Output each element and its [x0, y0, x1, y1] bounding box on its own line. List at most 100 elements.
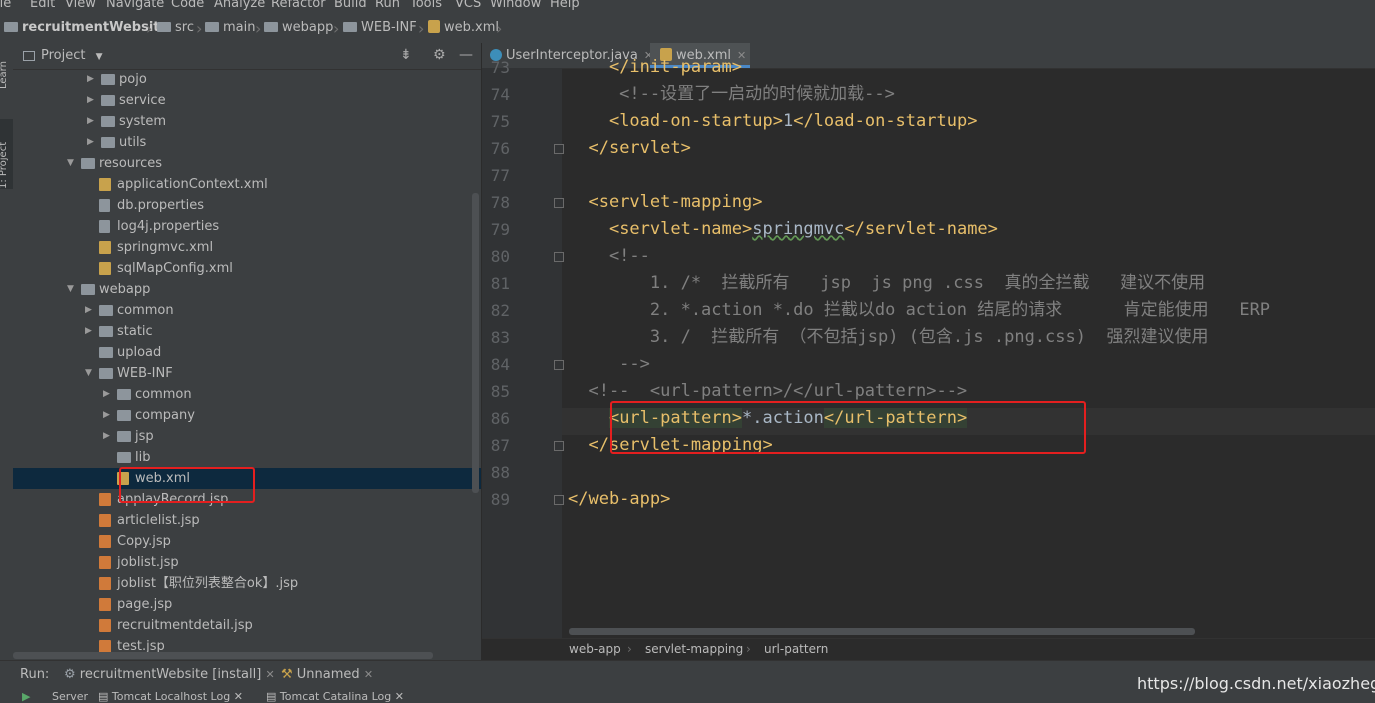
chevron-down-icon[interactable]: ▼	[85, 363, 92, 384]
tree-item-label: utils	[119, 135, 147, 150]
chevron-down-icon[interactable]: ▼	[67, 153, 74, 174]
editor-breadcrumb-bar: web-app › servlet-mapping › url-pattern	[482, 638, 1375, 660]
folder-icon	[81, 284, 95, 295]
tree-item[interactable]: ▶ system	[13, 111, 481, 132]
menu-navigate[interactable]: Navigate	[106, 0, 164, 11]
tree-item[interactable]: log4j.properties	[13, 216, 481, 237]
run-tab-server[interactable]: Server	[52, 690, 88, 703]
tree-item[interactable]: joblist【职位列表整合ok】.jsp	[13, 573, 481, 594]
chevron-right-icon[interactable]: ▶	[87, 132, 94, 153]
breadcrumb-src[interactable]: src	[157, 20, 194, 36]
menu-analyze[interactable]: Analyze	[214, 0, 265, 11]
run-config-tab[interactable]: ⚙ recruitmentWebsite [install] ✕	[64, 667, 275, 682]
code-line: 3. / 拦截所有 （不包括jsp) (包含.js .png.css) 强烈建议…	[568, 327, 1209, 347]
line-number: 75	[490, 112, 510, 131]
tree-item[interactable]: ▶ jsp	[13, 426, 481, 447]
close-icon[interactable]: ✕	[364, 668, 373, 681]
menu-run[interactable]: Run	[375, 0, 400, 11]
chevron-right-icon[interactable]: ▶	[103, 384, 110, 405]
line-number: 76	[490, 139, 510, 158]
tree-item[interactable]: articlelist.jsp	[13, 510, 481, 531]
run-play-icon[interactable]: ▶	[22, 690, 30, 703]
breadcrumb-webapp[interactable]: webapp	[264, 20, 333, 36]
tree-item[interactable]: ▶ static	[13, 321, 481, 342]
editor-crumb-web-app[interactable]: web-app	[569, 642, 621, 656]
line-number: 77	[490, 166, 510, 185]
tree-horizontal-scrollbar[interactable]	[13, 652, 433, 659]
project-panel-title[interactable]: Project ▼	[41, 48, 103, 63]
chevron-right-icon[interactable]: ▶	[87, 90, 94, 111]
project-panel: Project ▼ ⇟ ⚙ — ▶ pojo ▶ service ▶ system ▶ uti…	[13, 43, 482, 660]
run-tab-tomcat-catalina-log[interactable]: ▤ Tomcat Catalina Log ✕	[266, 690, 404, 703]
close-icon[interactable]: ✕	[234, 690, 243, 703]
menu-help[interactable]: Help	[550, 0, 580, 11]
chevron-right-icon[interactable]: ▶	[87, 69, 94, 90]
menu-build[interactable]: Build	[334, 0, 367, 11]
close-icon[interactable]: ✕	[265, 668, 274, 681]
menu-window[interactable]: Window	[490, 0, 541, 11]
chevron-right-icon[interactable]: ▶	[103, 426, 110, 447]
collapse-all-icon[interactable]: ⇟	[400, 47, 412, 63]
minimize-icon[interactable]: —	[459, 47, 473, 63]
menu-code[interactable]: Code	[171, 0, 204, 11]
tree-item[interactable]: recruitmentdetail.jsp	[13, 615, 481, 636]
tree-item[interactable]: ▶ service	[13, 90, 481, 111]
fold-marker-icon[interactable]	[554, 441, 564, 451]
chevron-right-icon[interactable]: ▶	[103, 405, 110, 426]
learn-tab[interactable]: Learn	[0, 49, 14, 89]
tree-item[interactable]: ▶ common	[13, 300, 481, 321]
tree-item-label: articlelist.jsp	[117, 513, 200, 528]
close-icon[interactable]: ✕	[395, 690, 404, 703]
menu-edit[interactable]: Edit	[30, 0, 55, 11]
breadcrumb-project[interactable]: recruitmentWebsite	[4, 20, 168, 36]
tree-item[interactable]: sqlMapConfig.xml	[13, 258, 481, 279]
tree-item[interactable]: joblist.jsp	[13, 552, 481, 573]
tree-vertical-scrollbar[interactable]	[472, 193, 479, 493]
chevron-right-icon[interactable]: ▶	[87, 111, 94, 132]
tree-item[interactable]: applicationContext.xml	[13, 174, 481, 195]
tree-item[interactable]: page.jsp	[13, 594, 481, 615]
menu-vcs[interactable]: VCS	[455, 0, 481, 11]
fold-marker-icon[interactable]	[554, 495, 564, 505]
line-number: 88	[490, 463, 510, 482]
tree-item[interactable]: ▶ utils	[13, 132, 481, 153]
tree-item[interactable]: ▶ company	[13, 405, 481, 426]
tree-item[interactable]: ▼ webapp	[13, 279, 481, 300]
tree-item[interactable]: ▼ WEB-INF	[13, 363, 481, 384]
editor-horizontal-scrollbar[interactable]	[569, 628, 1195, 635]
breadcrumb-separator-icon: ›	[496, 19, 503, 38]
breadcrumb-web-xml[interactable]: web.xml	[428, 20, 499, 36]
fold-marker-icon[interactable]	[554, 360, 564, 370]
tree-item[interactable]: Copy.jsp	[13, 531, 481, 552]
chevron-right-icon[interactable]: ▶	[85, 300, 92, 321]
menu-tools[interactable]: Tools	[410, 0, 442, 11]
menu-file[interactable]: ile	[0, 0, 11, 11]
fold-marker-icon[interactable]	[554, 198, 564, 208]
resources-folder-icon	[81, 158, 95, 169]
tree-item-label: springmvc.xml	[117, 240, 214, 255]
editor-crumb-url-pattern[interactable]: url-pattern	[764, 642, 828, 656]
tree-item[interactable]: springmvc.xml	[13, 237, 481, 258]
chevron-down-icon[interactable]: ▼	[67, 279, 74, 300]
project-tool-tab[interactable]: 1: Project	[0, 119, 14, 189]
tree-item[interactable]: ▶ pojo	[13, 69, 481, 90]
editor-crumb-servlet-mapping[interactable]: servlet-mapping	[645, 642, 743, 656]
run-unnamed-tab[interactable]: ⚒ Unnamed ✕	[281, 667, 373, 682]
menu-view[interactable]: View	[65, 0, 96, 11]
tree-item[interactable]: db.properties	[13, 195, 481, 216]
folder-icon	[343, 21, 357, 32]
fold-marker-icon[interactable]	[554, 252, 564, 262]
run-tab-tomcat-localhost-log[interactable]: ▤ Tomcat Localhost Log ✕	[98, 690, 243, 703]
tree-item-label: Copy.jsp	[117, 534, 171, 549]
tree-item[interactable]: lib	[13, 447, 481, 468]
gear-icon[interactable]: ⚙	[433, 47, 446, 63]
fold-marker-icon[interactable]	[554, 144, 564, 154]
tree-item[interactable]: upload	[13, 342, 481, 363]
menu-refactor[interactable]: Refactor	[271, 0, 326, 11]
breadcrumb-main[interactable]: main	[205, 20, 255, 36]
chevron-right-icon[interactable]: ▶	[85, 321, 92, 342]
tree-item[interactable]: ▼ resources	[13, 153, 481, 174]
tree-item-label: upload	[117, 345, 162, 360]
breadcrumb-web-inf[interactable]: WEB-INF	[343, 20, 417, 36]
tree-item[interactable]: ▶ common	[13, 384, 481, 405]
